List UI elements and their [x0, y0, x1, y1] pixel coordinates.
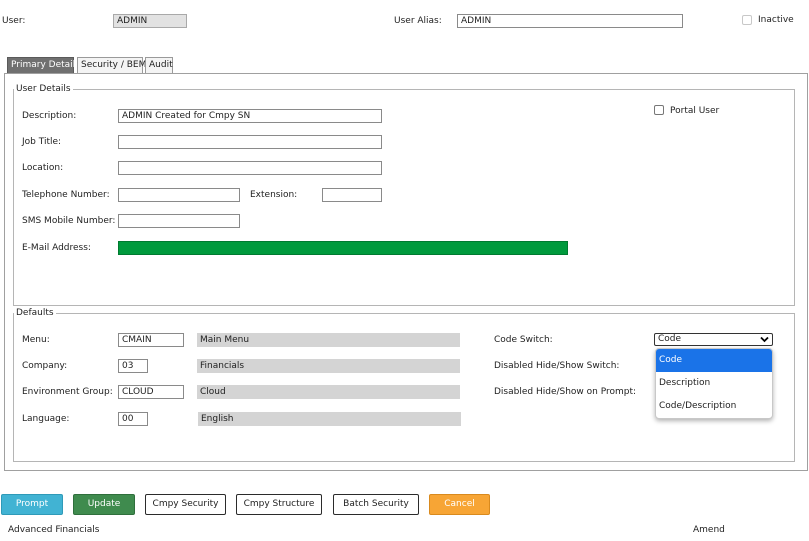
update-button[interactable]: Update — [73, 494, 135, 515]
defaults-legend: Defaults — [14, 308, 56, 318]
sms-mobile-label: SMS Mobile Number: — [22, 216, 116, 226]
company-code-input[interactable]: 03 — [118, 359, 148, 373]
menu-code-input[interactable]: CMAIN — [118, 333, 184, 347]
cmpy-security-button[interactable]: Cmpy Security — [145, 494, 226, 515]
batch-security-button[interactable]: Batch Security — [333, 494, 419, 515]
environment-group-description: Cloud — [197, 385, 460, 399]
code-switch-option-code[interactable]: Code — [656, 349, 772, 372]
cancel-button[interactable]: Cancel — [429, 494, 490, 515]
environment-group-label: Environment Group: — [22, 387, 113, 397]
company-description: Financials — [197, 359, 460, 373]
extension-label: Extension: — [250, 190, 298, 200]
inactive-label: Inactive — [758, 15, 794, 25]
telephone-input[interactable] — [118, 188, 240, 202]
language-description: English — [198, 412, 461, 426]
tab-security-bem[interactable]: Security / BEM — [77, 57, 146, 73]
extension-input[interactable] — [322, 188, 382, 202]
code-switch-option-code-description[interactable]: Code/Description — [656, 395, 772, 418]
menu-description: Main Menu — [197, 333, 460, 347]
portal-user-label: Portal User — [670, 106, 720, 116]
email-label: E-Mail Address: — [22, 243, 91, 253]
sms-mobile-input[interactable] — [118, 214, 240, 228]
prompt-button[interactable]: Prompt — [1, 494, 63, 515]
code-switch-select[interactable]: Code — [654, 333, 773, 346]
code-switch-dropdown: Code Description Code/Description — [655, 348, 773, 419]
location-input[interactable] — [118, 161, 382, 175]
telephone-label: Telephone Number: — [22, 190, 110, 200]
chevron-down-icon — [760, 336, 769, 343]
language-code-input[interactable]: 00 — [118, 412, 148, 426]
job-title-label: Job Title: — [22, 137, 62, 147]
user-alias-label: User Alias: — [394, 16, 442, 26]
footer-mode: Amend — [693, 525, 725, 535]
email-input[interactable] — [118, 241, 568, 255]
language-label: Language: — [22, 414, 70, 424]
code-switch-selected-value: Code — [658, 334, 682, 344]
description-input[interactable]: ADMIN Created for Cmpy SN — [118, 109, 382, 123]
user-details-legend: User Details — [14, 84, 73, 94]
code-switch-label: Code Switch: — [494, 335, 553, 345]
disabled-hide-show-prompt-label: Disabled Hide/Show on Prompt: — [494, 387, 637, 397]
tab-audit[interactable]: Audit — [145, 57, 173, 73]
tab-primary-details[interactable]: Primary Details — [7, 57, 80, 73]
user-label: User: — [2, 16, 26, 26]
environment-group-input[interactable]: CLOUD — [118, 385, 184, 399]
company-label: Company: — [22, 361, 68, 371]
portal-user-checkbox[interactable] — [654, 105, 664, 115]
disabled-hide-show-switch-label: Disabled Hide/Show Switch: — [494, 361, 620, 371]
footer-app-name: Advanced Financials — [8, 525, 100, 535]
cmpy-structure-button[interactable]: Cmpy Structure — [236, 494, 322, 515]
code-switch-option-description[interactable]: Description — [656, 372, 772, 395]
user-field: ADMIN — [113, 14, 187, 28]
user-alias-input[interactable]: ADMIN — [457, 14, 683, 28]
description-label: Description: — [22, 111, 77, 121]
job-title-input[interactable] — [118, 135, 382, 149]
menu-label: Menu: — [22, 335, 50, 345]
location-label: Location: — [22, 163, 64, 173]
inactive-checkbox[interactable] — [742, 15, 752, 25]
